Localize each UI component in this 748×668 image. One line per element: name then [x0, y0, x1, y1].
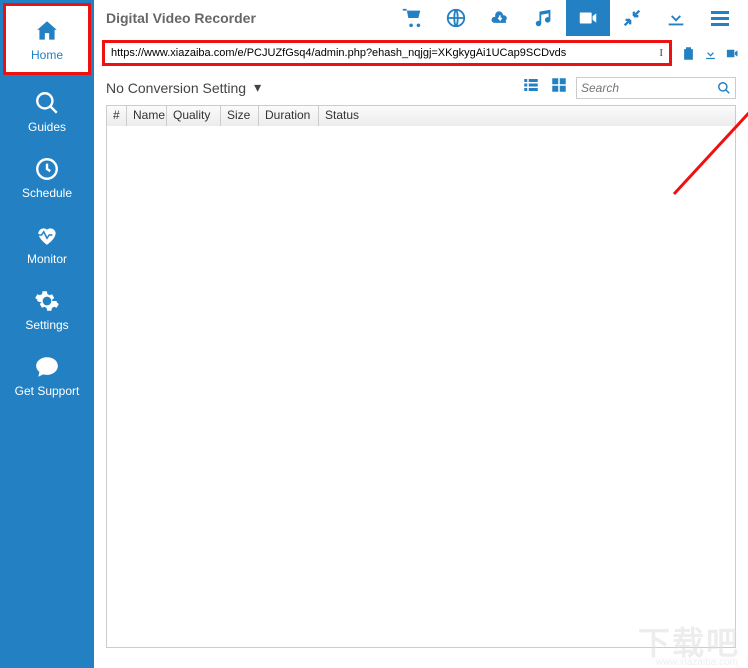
search-box[interactable]	[576, 77, 736, 99]
list-view-button[interactable]	[520, 74, 542, 101]
cart-icon	[401, 7, 423, 29]
text-caret-icon: I	[659, 47, 663, 59]
results-table: # Name Quality Size Duration Status	[106, 105, 736, 648]
download-icon	[665, 7, 687, 29]
conversion-label: No Conversion Setting	[106, 80, 246, 96]
sidebar-item-get-support[interactable]: Get Support	[0, 342, 94, 408]
music-button[interactable]	[522, 0, 566, 36]
sidebar-item-settings[interactable]: Settings	[0, 276, 94, 342]
watermark-sub: www.xiazaiba.com	[656, 657, 738, 668]
url-text: https://www.xiazaiba.com/e/PCJUZfGsq4/ad…	[111, 47, 566, 59]
th-quality[interactable]: Quality	[167, 106, 221, 126]
sidebar-item-label: Get Support	[15, 384, 80, 398]
menu-icon	[711, 11, 729, 26]
cart-button[interactable]	[390, 0, 434, 36]
gear-icon	[34, 288, 60, 314]
download-button[interactable]	[654, 0, 698, 36]
sidebar-item-label: Settings	[25, 318, 68, 332]
home-icon	[34, 18, 60, 44]
sidebar-item-label: Home	[31, 48, 63, 62]
grid-icon	[550, 76, 568, 94]
table-header: # Name Quality Size Duration Status	[107, 106, 735, 126]
th-name[interactable]: Name	[127, 106, 167, 126]
search-icon	[34, 90, 60, 116]
record-button[interactable]	[722, 43, 742, 63]
sidebar-item-label: Guides	[28, 120, 66, 134]
chat-icon	[34, 354, 60, 380]
cloud-download-button[interactable]	[478, 0, 522, 36]
globe-button[interactable]	[434, 0, 478, 36]
sidebar-item-label: Schedule	[22, 186, 72, 200]
main-area: Digital Video Recorder https://www.xiaza…	[94, 0, 748, 668]
chevron-down-icon: ▾	[254, 79, 261, 96]
top-buttons	[390, 0, 742, 36]
th-status[interactable]: Status	[319, 106, 735, 126]
conversion-setting-dropdown[interactable]: No Conversion Setting ▾	[106, 79, 261, 96]
video-recorder-button[interactable]	[566, 0, 610, 36]
th-num[interactable]: #	[107, 106, 127, 126]
sidebar-item-label: Monitor	[27, 252, 67, 266]
heartbeat-icon	[34, 222, 60, 248]
toolbar: No Conversion Setting ▾	[94, 72, 748, 105]
list-icon	[522, 76, 540, 94]
url-input[interactable]: https://www.xiazaiba.com/e/PCJUZfGsq4/ad…	[102, 40, 672, 66]
paste-button[interactable]	[678, 43, 698, 63]
grid-view-button[interactable]	[548, 74, 570, 101]
sidebar-item-guides[interactable]: Guides	[0, 78, 94, 144]
top-bar: Digital Video Recorder	[94, 0, 748, 36]
sidebar: Home Guides Schedule Monitor Settings Ge…	[0, 0, 94, 668]
url-row: https://www.xiazaiba.com/e/PCJUZfGsq4/ad…	[94, 36, 748, 72]
download-url-button[interactable]	[700, 43, 720, 63]
table-body	[107, 126, 735, 647]
video-icon	[577, 7, 599, 29]
th-size[interactable]: Size	[221, 106, 259, 126]
compress-icon	[621, 7, 643, 29]
sidebar-item-home[interactable]: Home	[3, 3, 91, 75]
clock-icon	[34, 156, 60, 182]
compress-button[interactable]	[610, 0, 654, 36]
cloud-download-icon	[489, 7, 511, 29]
menu-button[interactable]	[698, 0, 742, 36]
music-icon	[533, 7, 555, 29]
down-arrow-icon	[703, 46, 718, 61]
video-icon	[725, 46, 740, 61]
sidebar-item-monitor[interactable]: Monitor	[0, 210, 94, 276]
globe-icon	[445, 7, 467, 29]
paste-icon	[681, 46, 696, 61]
search-input[interactable]	[581, 81, 711, 95]
page-title: Digital Video Recorder	[106, 10, 390, 26]
th-duration[interactable]: Duration	[259, 106, 319, 126]
search-icon	[717, 81, 731, 95]
sidebar-item-schedule[interactable]: Schedule	[0, 144, 94, 210]
